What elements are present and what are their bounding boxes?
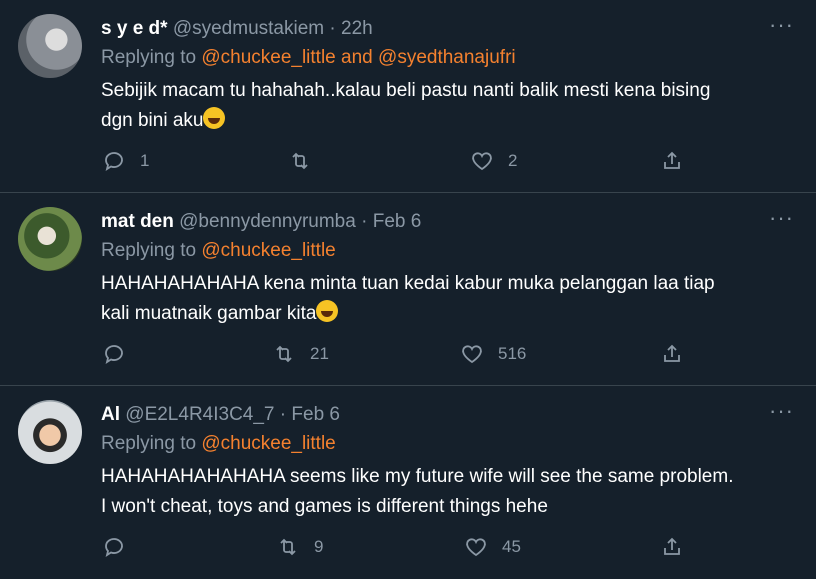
display-name[interactable]: Al (101, 404, 120, 425)
tweet-header: Al @E2L4R4I3C4_7 · Feb 6 (101, 404, 340, 426)
avatar[interactable] (18, 207, 82, 271)
share-icon (664, 151, 680, 169)
replying-to: Replying to @chuckee_little (101, 433, 336, 455)
retweet-button[interactable]: 9 (276, 532, 323, 562)
mention-link[interactable]: @chuckee_little (201, 47, 335, 68)
replying-to: Replying to @chuckee_little (101, 240, 336, 262)
retweet-icon (276, 345, 292, 363)
separator: · (361, 211, 368, 232)
tweet-actions: 9 45 (100, 532, 690, 562)
display-name[interactable]: mat den (101, 211, 174, 232)
timestamp[interactable]: Feb 6 (373, 211, 422, 232)
like-count: 516 (498, 344, 527, 363)
user-handle[interactable]: @bennydennyrumba (179, 211, 356, 232)
replying-to: Replying to @chuckee_little and @syedtha… (101, 47, 516, 69)
tweet-text: HAHAHAHAHAHA kena minta tuan kedai kabur… (101, 269, 791, 329)
mention-and: and (335, 47, 379, 68)
heart-icon (466, 538, 486, 557)
separator: · (329, 18, 336, 39)
tweet-text-line: kali muatnaik gambar kita (101, 303, 317, 324)
retweet-icon (292, 152, 308, 170)
share-button[interactable] (660, 532, 684, 562)
user-handle[interactable]: @E2L4R4I3C4_7 (125, 404, 274, 425)
tweet-text-line: HAHAHAHAHAHAHA seems like my future wife… (101, 466, 734, 487)
mention-link[interactable]: @chuckee_little (201, 433, 335, 454)
like-count: 45 (502, 537, 521, 556)
retweet-count: 9 (314, 537, 324, 556)
reply-icon (105, 538, 123, 557)
share-button[interactable] (660, 146, 684, 176)
tweet[interactable]: Al @E2L4R4I3C4_7 · Feb 6 ··· Replying to… (0, 386, 816, 579)
retweet-count: 21 (310, 344, 329, 363)
tweet-header: s y e d* @syedmustakiem · 22h (101, 18, 373, 40)
reply-button[interactable]: 1 (102, 146, 149, 176)
heart-icon (462, 345, 482, 364)
tweet-actions: 21 516 (100, 339, 690, 369)
rofl-emoji-icon (316, 300, 339, 322)
user-handle[interactable]: @syedmustakiem (173, 18, 324, 39)
like-button[interactable]: 45 (464, 532, 521, 562)
replying-label: Replying to (101, 47, 202, 68)
share-icon (664, 344, 680, 362)
mention-link[interactable]: @chuckee_little (201, 240, 335, 261)
tweet[interactable]: s y e d* @syedmustakiem · 22h ··· Replyi… (0, 0, 816, 193)
separator: · (279, 404, 287, 425)
timestamp[interactable]: Feb 6 (291, 404, 340, 425)
tweet-actions: 1 2 (100, 146, 690, 176)
mention-link[interactable]: @syedthanajufri (378, 47, 516, 68)
joy-emoji-icon (203, 107, 226, 129)
tweet-text: Sebijik macam tu hahahah..kalau beli pas… (101, 76, 791, 136)
tweet-text: HAHAHAHAHAHAHA seems like my future wife… (101, 462, 791, 522)
heart-icon (472, 152, 492, 171)
like-button[interactable]: 2 (470, 146, 517, 176)
tweet-text-line: dgn bini aku (101, 110, 204, 131)
tweet-text-line: I won't cheat, toys and games is differe… (101, 496, 548, 517)
like-count: 2 (508, 151, 518, 170)
more-horizontal-icon[interactable]: ··· (769, 207, 794, 229)
share-icon (664, 537, 680, 555)
retweet-button[interactable]: 21 (272, 339, 329, 369)
retweet-button[interactable] (288, 146, 326, 176)
tweet-text-line: HAHAHAHAHAHA kena minta tuan kedai kabur… (101, 273, 715, 294)
reply-icon (105, 345, 123, 364)
display-name[interactable]: s y e d* (101, 18, 168, 39)
tweet[interactable]: mat den @bennydennyrumba · Feb 6 ··· Rep… (0, 193, 816, 386)
retweet-icon (280, 538, 296, 556)
reply-count: 1 (140, 151, 150, 170)
more-horizontal-icon[interactable]: ··· (769, 14, 794, 36)
tweet-text-line: Sebijik macam tu hahahah..kalau beli pas… (101, 80, 711, 101)
avatar[interactable] (18, 14, 82, 78)
avatar[interactable] (18, 400, 82, 464)
timestamp[interactable]: 22h (341, 18, 373, 39)
like-button[interactable]: 516 (460, 339, 526, 369)
share-button[interactable] (660, 339, 684, 369)
tweet-header: mat den @bennydennyrumba · Feb 6 (101, 211, 421, 233)
replying-label: Replying to (101, 240, 202, 261)
more-horizontal-icon[interactable]: ··· (769, 400, 794, 422)
reply-button[interactable] (102, 532, 140, 562)
reply-icon (105, 152, 123, 171)
reply-button[interactable] (102, 339, 140, 369)
replying-label: Replying to (101, 433, 202, 454)
